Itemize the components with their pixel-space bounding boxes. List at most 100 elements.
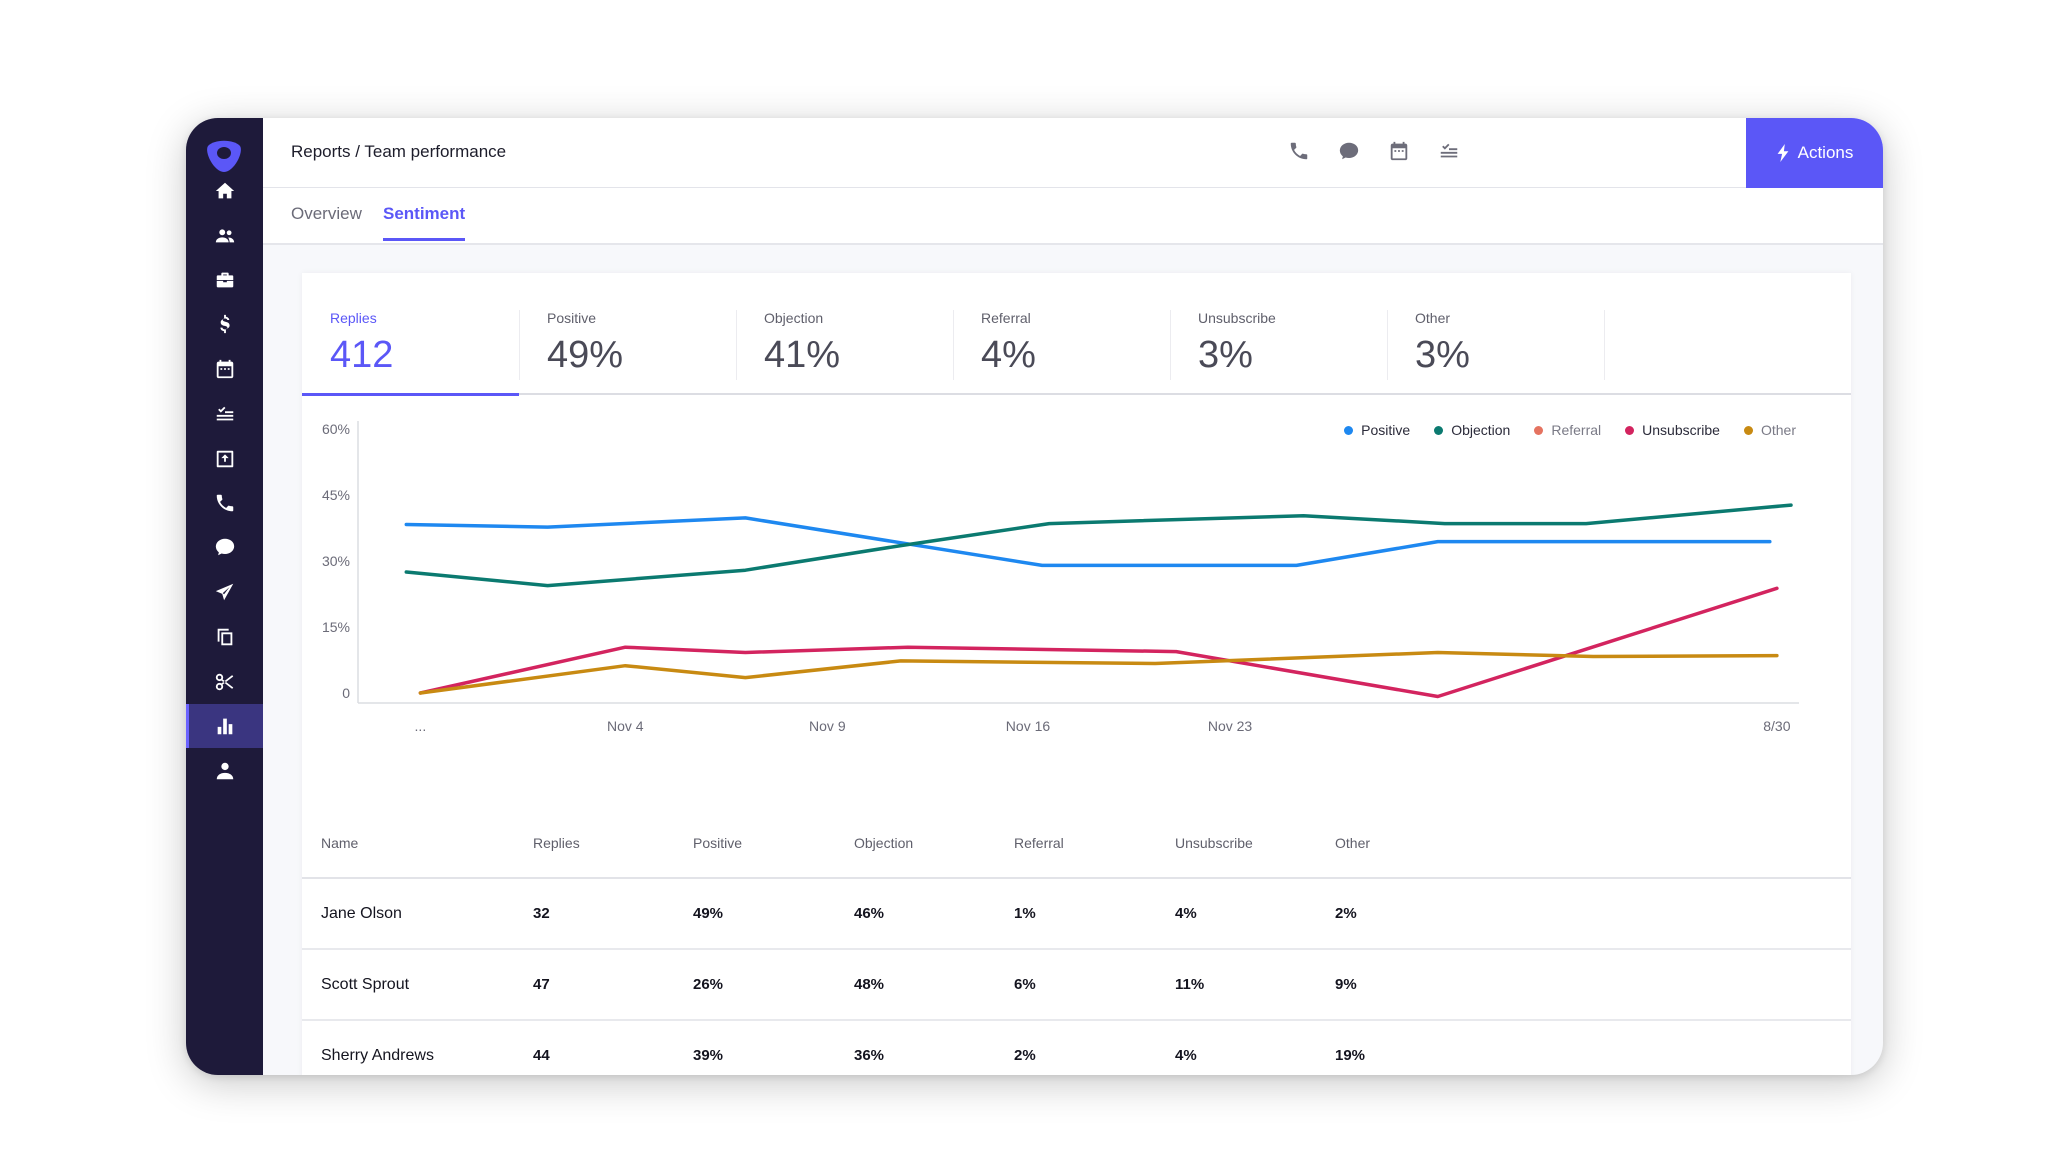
- sidebar-item-snippets[interactable]: [186, 660, 263, 704]
- cell-other: 9%: [1335, 976, 1357, 993]
- cell-name: Scott Sprout: [321, 975, 410, 993]
- stat-objection[interactable]: Objection 41%: [736, 300, 953, 392]
- x-tick-label: Nov 16: [1006, 718, 1051, 734]
- series-line-unsubscribe: [418, 586, 1779, 699]
- legend-item-objection[interactable]: Objection: [1434, 422, 1510, 438]
- legend-dot-icon: [1534, 425, 1544, 435]
- tab-sentiment[interactable]: Sentiment: [383, 204, 466, 241]
- cell-name: Sherry Andrews: [321, 1046, 434, 1064]
- calendar-icon: [1390, 141, 1408, 161]
- column-header-replies[interactable]: Replies: [533, 809, 580, 877]
- cell-positive: 49%: [693, 905, 724, 922]
- table-row[interactable]: Jane Olson 32 49% 46% 1% 4% 2%: [302, 879, 1851, 950]
- stat-unsubscribe[interactable]: Unsubscribe 3%: [1170, 300, 1387, 392]
- column-header-positive[interactable]: Positive: [693, 809, 742, 877]
- stat-value: 412: [330, 334, 394, 376]
- sidebar-item-calls[interactable]: [186, 481, 263, 525]
- legend-dot-icon: [1743, 425, 1753, 435]
- cell-referral: 6%: [1014, 976, 1036, 993]
- x-tick-label: 8/30: [1763, 718, 1790, 734]
- sidebar-item-inbox[interactable]: [186, 437, 263, 481]
- inbox-upload-icon: [216, 450, 233, 468]
- sidebar-item-home[interactable]: [186, 169, 263, 213]
- chart-legend: Positive Objection Referral Unsubscribe Othe…: [1344, 422, 1796, 438]
- series-line-objection: [404, 503, 1793, 588]
- legend-item-other[interactable]: Other: [1743, 422, 1796, 438]
- column-header-unsubscribe[interactable]: Unsubscribe: [1175, 809, 1253, 877]
- cell-positive: 26%: [693, 976, 724, 993]
- legend-item-referral[interactable]: Referral: [1534, 422, 1601, 438]
- header-phone-button[interactable]: [1288, 140, 1312, 164]
- sidebar-item-chat[interactable]: [186, 525, 263, 569]
- breadcrumb: Reports / Team performance: [291, 142, 507, 161]
- cell-objection: 36%: [854, 1047, 885, 1064]
- stat-label: Objection: [764, 310, 824, 326]
- legend-label: Other: [1760, 422, 1796, 438]
- cell-referral: 2%: [1014, 1047, 1036, 1064]
- stat-value: 4%: [981, 334, 1036, 376]
- sidebar-item-meetings[interactable]: [186, 347, 263, 391]
- sidebar-item-reports[interactable]: [186, 704, 263, 748]
- sidebar-item-tasks[interactable]: [186, 392, 263, 436]
- stat-empty-slot: [1604, 300, 1821, 392]
- y-tick-label: 45%: [322, 487, 350, 503]
- stat-replies[interactable]: Replies 412: [302, 300, 519, 396]
- cell-replies: 44: [533, 1047, 550, 1064]
- people-icon: [215, 229, 234, 243]
- sidebar-item-people[interactable]: [186, 214, 263, 258]
- table-row[interactable]: Scott Sprout 47 26% 48% 6% 11% 9%: [302, 950, 1851, 1021]
- send-icon: [215, 583, 233, 601]
- sidebar-item-templates[interactable]: [186, 615, 263, 659]
- header-tasks-button[interactable]: [1438, 140, 1462, 164]
- stat-positive[interactable]: Positive 49%: [519, 300, 736, 392]
- stat-label: Referral: [981, 310, 1031, 326]
- stat-value: 49%: [547, 334, 624, 376]
- tab-bar: Overview Sentiment: [263, 188, 1883, 245]
- x-tick-label: Nov 23: [1208, 718, 1253, 734]
- phone-icon: [1290, 142, 1308, 160]
- cell-objection: 48%: [854, 976, 885, 993]
- tab-overview[interactable]: Overview: [291, 204, 362, 238]
- header-calendar-button[interactable]: [1388, 140, 1412, 164]
- actions-label: Actions: [1797, 143, 1854, 162]
- actions-button[interactable]: Actions: [1746, 118, 1883, 188]
- x-tick-label: Nov 4: [607, 718, 644, 734]
- calendar-icon: [216, 359, 233, 379]
- sidebar-item-accounts[interactable]: [186, 258, 263, 302]
- copy-icon: [217, 628, 232, 646]
- column-header-objection[interactable]: Objection: [854, 809, 913, 877]
- sidebar-item-profile[interactable]: [186, 749, 263, 793]
- tasks-icon: [1440, 143, 1458, 158]
- legend-dot-icon: [1625, 425, 1635, 435]
- cell-name: Jane Olson: [321, 904, 402, 922]
- stat-label: Replies: [330, 310, 377, 326]
- sidebar-item-send[interactable]: [186, 570, 263, 614]
- stat-other[interactable]: Other 3%: [1387, 300, 1604, 392]
- legend-label: Unsubscribe: [1642, 422, 1720, 438]
- legend-item-positive[interactable]: Positive: [1344, 422, 1410, 438]
- stat-label: Unsubscribe: [1198, 310, 1276, 326]
- series-line-other: [418, 650, 1779, 695]
- chat-icon: [1339, 142, 1359, 160]
- cell-replies: 47: [533, 976, 550, 993]
- top-header: Reports / Team performance Actions: [263, 118, 1883, 188]
- stat-label: Positive: [547, 310, 597, 326]
- table-row[interactable]: Sherry Andrews 44 39% 36% 2% 4% 19%: [302, 1021, 1851, 1075]
- team-table: Name Replies Positive Objection Referral Unsu…: [302, 809, 1851, 1075]
- stat-value: 41%: [764, 334, 841, 376]
- sidebar-item-deals[interactable]: [186, 302, 263, 346]
- stat-value: 3%: [1415, 334, 1470, 376]
- column-header-name[interactable]: Name: [321, 809, 358, 877]
- legend-label: Positive: [1361, 422, 1411, 438]
- stat-referral[interactable]: Referral 4%: [953, 300, 1170, 392]
- column-header-other[interactable]: Other: [1335, 809, 1370, 877]
- legend-dot-icon: [1344, 425, 1354, 435]
- app-window: Reports / Team performance Actions Overv…: [186, 118, 1883, 1075]
- y-tick-label: 60%: [322, 421, 350, 437]
- column-header-referral[interactable]: Referral: [1014, 809, 1064, 877]
- x-tick-label: Nov 9: [809, 718, 846, 734]
- header-chat-button[interactable]: [1338, 140, 1362, 164]
- home-icon: [215, 182, 234, 199]
- cell-unsubscribe: 11%: [1175, 976, 1205, 993]
- legend-item-unsubscribe[interactable]: Unsubscribe: [1625, 422, 1720, 438]
